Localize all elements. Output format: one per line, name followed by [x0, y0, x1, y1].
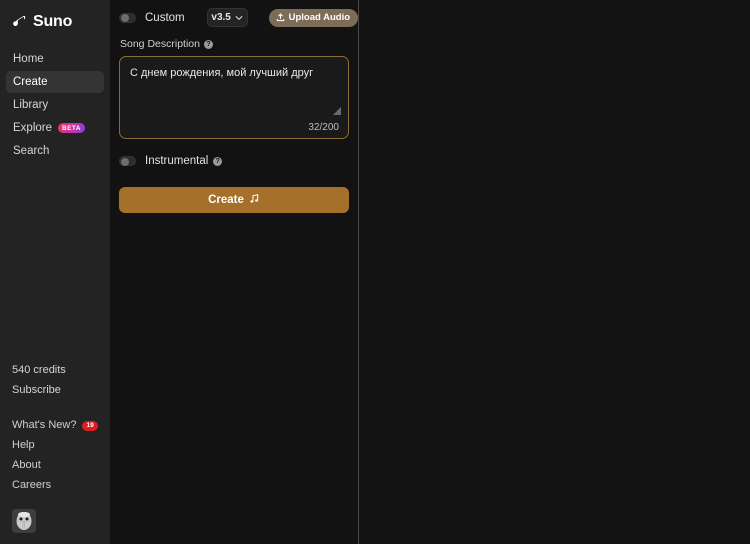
sidebar-item-label: Library	[13, 99, 49, 111]
song-description-label: Song Description	[120, 38, 200, 50]
avatar[interactable]	[12, 509, 36, 533]
brand-name: Suno	[33, 13, 73, 30]
create-panel: Custom v3.5 Upload Audio Song Descriptio…	[110, 0, 359, 544]
custom-mode-toggle[interactable]	[119, 12, 136, 23]
sidebar-item-library[interactable]: Library	[6, 94, 104, 116]
sidebar-nav: Home Create Library Explore BETA Search	[0, 48, 110, 162]
whats-new-label: What's New?	[12, 419, 77, 431]
whats-new-link[interactable]: What's New? 19	[12, 420, 110, 431]
song-description-label-row: Song Description ?	[119, 39, 349, 50]
upload-icon	[276, 9, 285, 27]
app-root: Suno Home Create Library Explore BETA Se…	[0, 0, 750, 544]
info-icon[interactable]: ?	[213, 156, 223, 166]
create-button-label: Create	[208, 194, 244, 206]
subscribe-link[interactable]: Subscribe	[12, 385, 110, 396]
sidebar-item-label: Create	[13, 76, 48, 88]
upload-audio-label: Upload Audio	[288, 11, 351, 23]
footer-links: What's New? 19 Help About Careers	[12, 420, 110, 491]
workspace-panel	[359, 0, 750, 544]
credits-label: 540 credits	[12, 364, 66, 376]
song-description-value: С днем рождения, мой лучший друг	[130, 67, 314, 79]
sidebar-item-create[interactable]: Create	[6, 71, 104, 93]
brand-logo[interactable]: Suno	[0, 0, 110, 34]
song-description-input[interactable]: С днем рождения, мой лучший друг 32/200	[119, 56, 349, 139]
chevron-down-icon	[235, 9, 243, 27]
upload-audio-button[interactable]: Upload Audio	[268, 8, 359, 27]
careers-label: Careers	[12, 479, 52, 491]
help-link[interactable]: Help	[12, 440, 110, 451]
sidebar-item-label: Search	[13, 145, 50, 157]
custom-mode-label: Custom	[145, 11, 185, 24]
instrumental-label: Instrumental	[145, 155, 209, 167]
about-link[interactable]: About	[12, 460, 110, 471]
whats-new-badge: 19	[82, 420, 98, 431]
beta-badge: BETA	[58, 123, 85, 133]
info-icon[interactable]: ?	[203, 40, 213, 49]
toggle-knob	[120, 157, 129, 166]
sidebar-footer: 540 credits Subscribe What's New? 19 Hel…	[0, 365, 110, 544]
model-version-select[interactable]: v3.5	[206, 8, 248, 27]
sidebar-item-label: Explore	[13, 122, 52, 134]
sidebar-item-search[interactable]: Search	[6, 140, 104, 162]
sidebar-item-explore[interactable]: Explore BETA	[6, 117, 104, 139]
careers-link[interactable]: Careers	[12, 480, 110, 491]
resize-handle-icon[interactable]	[333, 107, 341, 115]
toggle-knob	[120, 14, 129, 22]
create-toolbar: Custom v3.5 Upload Audio	[119, 0, 359, 30]
sidebar: Suno Home Create Library Explore BETA Se…	[0, 0, 110, 544]
sidebar-item-label: Home	[13, 53, 44, 65]
model-version-label: v3.5	[211, 11, 231, 23]
instrumental-toggle[interactable]	[119, 156, 136, 166]
help-label: Help	[12, 439, 35, 451]
avatar-image	[12, 509, 36, 533]
music-notes-icon	[249, 191, 260, 209]
sidebar-item-home[interactable]: Home	[6, 48, 104, 70]
create-button[interactable]: Create	[119, 187, 349, 213]
music-note-icon	[12, 14, 28, 30]
instrumental-row: Instrumental ?	[119, 153, 349, 169]
char-counter: 32/200	[308, 122, 339, 133]
about-label: About	[12, 459, 41, 471]
